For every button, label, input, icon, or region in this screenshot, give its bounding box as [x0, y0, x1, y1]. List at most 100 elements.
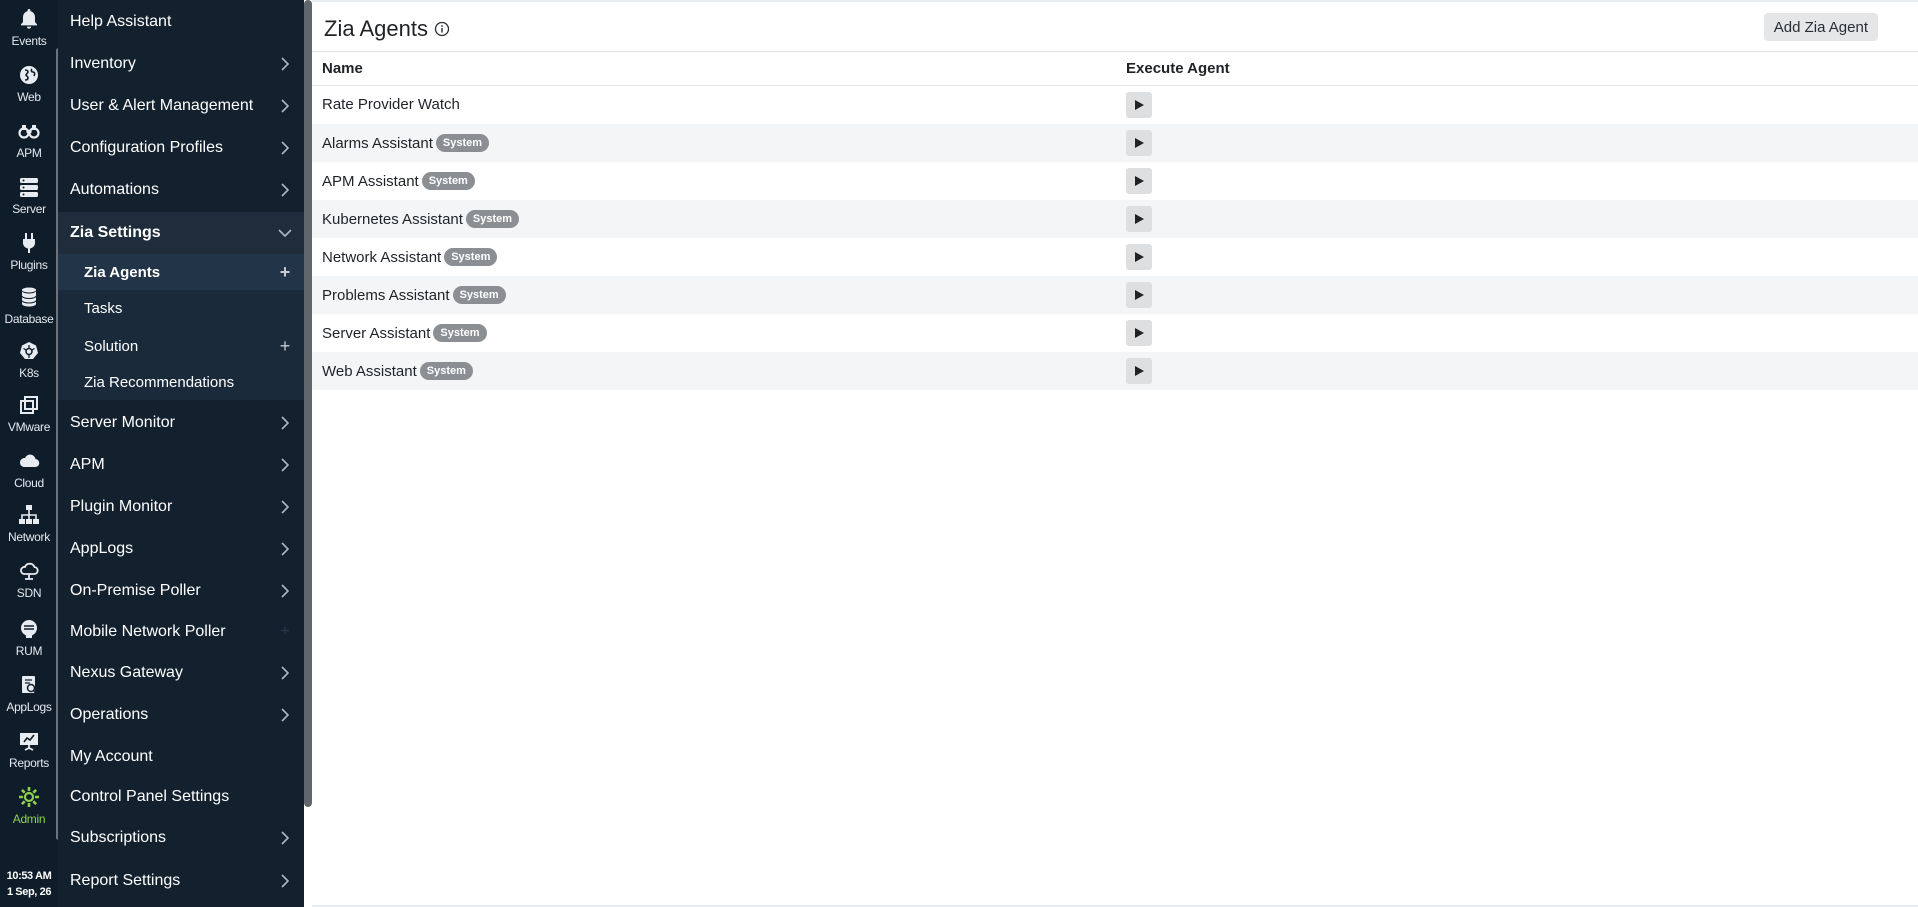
- agent-name[interactable]: Problems Assistant: [322, 287, 450, 304]
- rail-item-events[interactable]: Events: [0, 6, 58, 60]
- add-zia-agent-button[interactable]: Add Zia Agent: [1763, 13, 1878, 41]
- system-badge: System: [435, 134, 490, 152]
- submenu-item-zia-recommendations[interactable]: Zia Recommendations: [58, 364, 304, 400]
- menu-item-mobile-network-poller[interactable]: Mobile Network Poller +: [58, 612, 304, 652]
- chevron-right-icon: [276, 540, 294, 558]
- table-row[interactable]: Rate Provider Watch: [312, 86, 1918, 124]
- column-header-name[interactable]: Name: [322, 60, 363, 77]
- menu-item-label: AppLogs: [70, 540, 134, 557]
- rail-item-label: AppLogs: [6, 700, 52, 714]
- chevron-right-icon: [276, 872, 294, 890]
- agent-name[interactable]: Network Assistant: [322, 249, 441, 266]
- menu-item-plugin-monitor[interactable]: Plugin Monitor: [58, 487, 304, 527]
- execute-agent-button[interactable]: [1126, 320, 1152, 346]
- table-row[interactable]: Server Assistant System: [312, 314, 1918, 352]
- binoculars-icon: [17, 118, 41, 144]
- table-row[interactable]: Kubernetes Assistant System: [312, 200, 1918, 238]
- menu-item-on-premise-poller[interactable]: On-Premise Poller: [58, 571, 304, 611]
- rail-item-vmware[interactable]: VMware: [0, 392, 58, 446]
- table-row[interactable]: Network Assistant System: [312, 238, 1918, 276]
- applogs-icon: [17, 672, 41, 698]
- execute-agent-button[interactable]: [1126, 358, 1152, 384]
- table-row[interactable]: Problems Assistant System: [312, 276, 1918, 314]
- rail-item-admin[interactable]: Admin: [0, 784, 58, 838]
- chevron-right-icon: [276, 498, 294, 516]
- agent-name[interactable]: Server Assistant: [322, 325, 430, 342]
- menu-item-server-monitor[interactable]: Server Monitor: [58, 403, 304, 443]
- submenu-item-label: Solution: [84, 337, 139, 355]
- agent-name-cell: Web Assistant System: [322, 362, 473, 380]
- reports-icon: [17, 728, 41, 754]
- play-icon: [1135, 100, 1144, 110]
- chevron-right-icon: [276, 664, 294, 682]
- menu-item-my-account[interactable]: My Account: [58, 737, 304, 777]
- submenu-item-solution[interactable]: Solution +: [58, 328, 304, 364]
- rail-item-rum[interactable]: RUM: [0, 616, 58, 670]
- agent-name[interactable]: Rate Provider Watch: [322, 96, 460, 113]
- menu-item-inventory[interactable]: Inventory: [58, 44, 304, 84]
- globe-icon: [17, 62, 41, 88]
- rail-item-applogs[interactable]: AppLogs: [0, 672, 58, 726]
- rail-item-plugins[interactable]: Plugins: [0, 230, 58, 284]
- execute-agent-button[interactable]: [1126, 130, 1152, 156]
- rail-item-cloud[interactable]: Cloud: [0, 448, 58, 502]
- table-header: Name Execute Agent: [312, 52, 1918, 86]
- chevron-right-icon: [276, 706, 294, 724]
- play-icon: [1135, 252, 1144, 262]
- rail-item-sdn[interactable]: SDN: [0, 558, 58, 612]
- menu-item-label: Server Monitor: [70, 414, 175, 431]
- icon-rail: Events Web APM Server Plugins Database K…: [0, 0, 58, 907]
- agent-name[interactable]: Kubernetes Assistant: [322, 211, 463, 228]
- rail-item-apm[interactable]: APM: [0, 118, 58, 172]
- agent-name[interactable]: Alarms Assistant: [322, 135, 433, 152]
- execute-agent-button[interactable]: [1126, 92, 1152, 118]
- play-icon: [1135, 138, 1144, 148]
- menu-item-report-settings[interactable]: Report Settings: [58, 861, 304, 901]
- menu-item-help-assistant[interactable]: Help Assistant: [58, 2, 304, 42]
- menu-item-zia-settings[interactable]: Zia Settings: [58, 212, 304, 254]
- menu-item-automations[interactable]: Automations: [58, 170, 304, 210]
- plus-icon[interactable]: +: [276, 336, 294, 356]
- agent-name[interactable]: Web Assistant: [322, 363, 417, 380]
- menu-scrollbar[interactable]: [304, 0, 312, 807]
- submenu-item-tasks[interactable]: Tasks: [58, 290, 304, 326]
- rail-item-k8s[interactable]: K8s: [0, 338, 58, 392]
- menu-item-apm[interactable]: APM: [58, 445, 304, 485]
- menu-item-configuration-profiles[interactable]: Configuration Profiles: [58, 128, 304, 168]
- execute-agent-button[interactable]: [1126, 244, 1152, 270]
- info-icon[interactable]: [434, 21, 450, 37]
- plus-icon[interactable]: +: [276, 262, 294, 282]
- rail-item-database[interactable]: Database: [0, 284, 58, 338]
- column-header-execute: Execute Agent: [1126, 60, 1230, 77]
- rail-item-server[interactable]: Server: [0, 174, 58, 228]
- execute-agent-button[interactable]: [1126, 282, 1152, 308]
- menu-item-label: Zia Settings: [70, 224, 161, 241]
- execute-agent-button[interactable]: [1126, 206, 1152, 232]
- rail-item-label: Server: [12, 202, 46, 216]
- menu-item-nexus-gateway[interactable]: Nexus Gateway: [58, 653, 304, 693]
- menu-item-applogs[interactable]: AppLogs: [58, 529, 304, 569]
- rail-item-label: Cloud: [14, 476, 44, 490]
- rail-item-reports[interactable]: Reports: [0, 728, 58, 782]
- menu-item-control-panel-settings[interactable]: Control Panel Settings: [58, 777, 304, 817]
- menu-item-operations[interactable]: Operations: [58, 695, 304, 735]
- table-row[interactable]: Alarms Assistant System: [312, 124, 1918, 162]
- rail-item-label: VMware: [7, 420, 51, 434]
- chevron-right-icon: [276, 456, 294, 474]
- menu-item-user-alert-management[interactable]: User & Alert Management: [58, 86, 304, 126]
- rail-item-label: RUM: [15, 644, 43, 658]
- agent-name[interactable]: APM Assistant: [322, 173, 419, 190]
- table-row[interactable]: Web Assistant System: [312, 352, 1918, 390]
- chevron-right-icon: [276, 181, 294, 199]
- table-row[interactable]: APM Assistant System: [312, 162, 1918, 200]
- execute-agent-button[interactable]: [1126, 168, 1152, 194]
- table-body: Rate Provider Watch Alarms Assistant Syste…: [312, 86, 1918, 390]
- rail-item-network[interactable]: Network: [0, 502, 58, 556]
- submenu-item-label: Tasks: [84, 299, 123, 317]
- agent-name-cell: Server Assistant System: [322, 324, 487, 342]
- rail-item-label: Network: [8, 530, 50, 544]
- agent-name-cell: Kubernetes Assistant System: [322, 210, 520, 228]
- menu-item-subscriptions[interactable]: Subscriptions: [58, 818, 304, 858]
- rail-item-web[interactable]: Web: [0, 62, 58, 116]
- submenu-item-zia-agents[interactable]: Zia Agents +: [58, 254, 304, 290]
